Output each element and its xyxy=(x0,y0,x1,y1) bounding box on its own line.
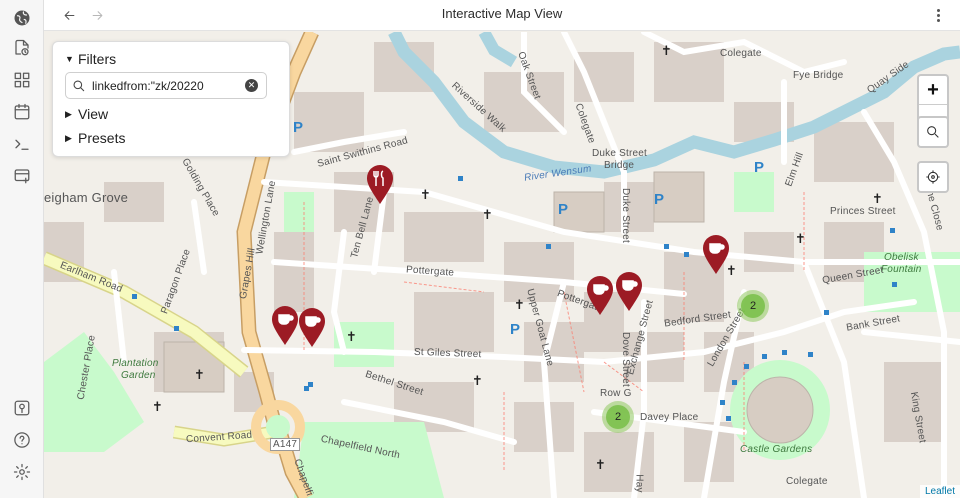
restaurant-pin-icon[interactable] xyxy=(366,165,394,205)
view-header: Interactive Map View xyxy=(44,0,960,31)
area-label: eigham Grove xyxy=(44,190,129,205)
parking-icon: P xyxy=(754,159,765,176)
street-label: Duke Street xyxy=(592,148,648,159)
parking-icon: P xyxy=(654,191,665,208)
locate-button[interactable] xyxy=(917,161,949,193)
filters-heading: Filters xyxy=(78,51,117,67)
street-label: Row G xyxy=(600,388,632,399)
list-plus-icon[interactable] xyxy=(10,164,34,188)
left-ribbon xyxy=(0,0,44,498)
filter-panel: ▼ Filters ✕ ▶ View ▶ Presets xyxy=(52,41,290,157)
landmark-label: Obelisk xyxy=(884,252,919,263)
terminal-icon[interactable] xyxy=(10,132,34,156)
church-icon: ✝ xyxy=(872,191,883,206)
triangle-right-icon: ▶ xyxy=(65,132,72,143)
presets-heading: Presets xyxy=(78,130,126,146)
app-root: Interactive Map View Colegate Fye Bridge… xyxy=(0,0,960,498)
filter-query-input[interactable] xyxy=(92,77,240,95)
cafe-pin-icon[interactable] xyxy=(298,308,326,348)
street-label: Colegate xyxy=(786,476,828,487)
road-shield: A147 xyxy=(270,438,301,451)
triangle-right-icon: ▶ xyxy=(65,108,72,119)
church-icon: ✝ xyxy=(595,457,606,472)
church-icon: ✝ xyxy=(482,207,493,222)
street-label: St Giles Street xyxy=(413,346,482,361)
parking-icon: P xyxy=(558,201,569,218)
view-toggle[interactable]: ▶ View xyxy=(65,106,108,122)
cafe-pin-icon[interactable] xyxy=(586,276,614,316)
park-label: Castle Gardens xyxy=(740,444,813,455)
cafe-pin-icon[interactable] xyxy=(702,235,730,275)
map-pin-square-icon[interactable] xyxy=(10,396,34,420)
crosshair-icon xyxy=(926,170,940,184)
street-label: Colegate xyxy=(720,48,762,59)
more-options-icon[interactable] xyxy=(930,5,946,25)
cafe-pin-icon[interactable] xyxy=(271,306,299,346)
church-icon: ✝ xyxy=(346,329,357,344)
church-icon: ✝ xyxy=(472,373,483,388)
calendar-icon[interactable] xyxy=(10,100,34,124)
view-heading: View xyxy=(78,106,109,122)
presets-toggle[interactable]: ▶ Presets xyxy=(65,130,125,146)
cluster-count: 2 xyxy=(606,405,630,429)
street-label: Bridge xyxy=(604,160,635,171)
church-icon: ✝ xyxy=(514,297,525,312)
church-icon: ✝ xyxy=(661,43,672,58)
street-label: Davey Place xyxy=(640,412,699,423)
church-icon: ✝ xyxy=(152,399,163,414)
street-label: Dove Street xyxy=(620,331,632,388)
file-clock-icon[interactable] xyxy=(10,36,34,60)
cafe-pin-icon[interactable] xyxy=(615,272,643,312)
parking-icon: P xyxy=(293,119,304,136)
view-title: Interactive Map View xyxy=(441,6,563,21)
filters-toggle[interactable]: ▼ Filters xyxy=(65,51,116,67)
help-circle-icon[interactable] xyxy=(10,428,34,452)
marker-cluster[interactable]: 2 xyxy=(602,401,634,433)
street-label: Hay xyxy=(633,474,645,493)
church-icon: ✝ xyxy=(194,367,205,382)
street-label: Duke Street xyxy=(620,187,632,244)
parking-icon: P xyxy=(510,321,521,338)
zoom-in-button[interactable]: + xyxy=(919,76,947,105)
cluster-count: 2 xyxy=(741,294,765,318)
settings-icon[interactable] xyxy=(10,460,34,484)
triangle-down-icon: ▼ xyxy=(65,54,74,64)
search-icon xyxy=(927,126,939,138)
search-map-button[interactable] xyxy=(917,116,949,148)
park-label: Plantation xyxy=(112,358,159,369)
marker-cluster[interactable]: 2 xyxy=(737,290,769,322)
clear-search-icon[interactable]: ✕ xyxy=(245,79,258,92)
globe-icon[interactable] xyxy=(10,6,34,30)
street-label: Princes Street xyxy=(830,206,896,217)
search-icon xyxy=(72,79,86,93)
church-icon: ✝ xyxy=(795,231,806,246)
street-label: Fye Bridge xyxy=(793,70,844,81)
layout-grid-icon[interactable] xyxy=(10,68,34,92)
filter-search-box: ✕ xyxy=(65,72,267,99)
church-icon: ✝ xyxy=(420,187,431,202)
park-label: Garden xyxy=(121,370,156,381)
landmark-label: Fountain xyxy=(881,264,922,275)
attribution-link[interactable]: Leaflet xyxy=(919,485,960,498)
